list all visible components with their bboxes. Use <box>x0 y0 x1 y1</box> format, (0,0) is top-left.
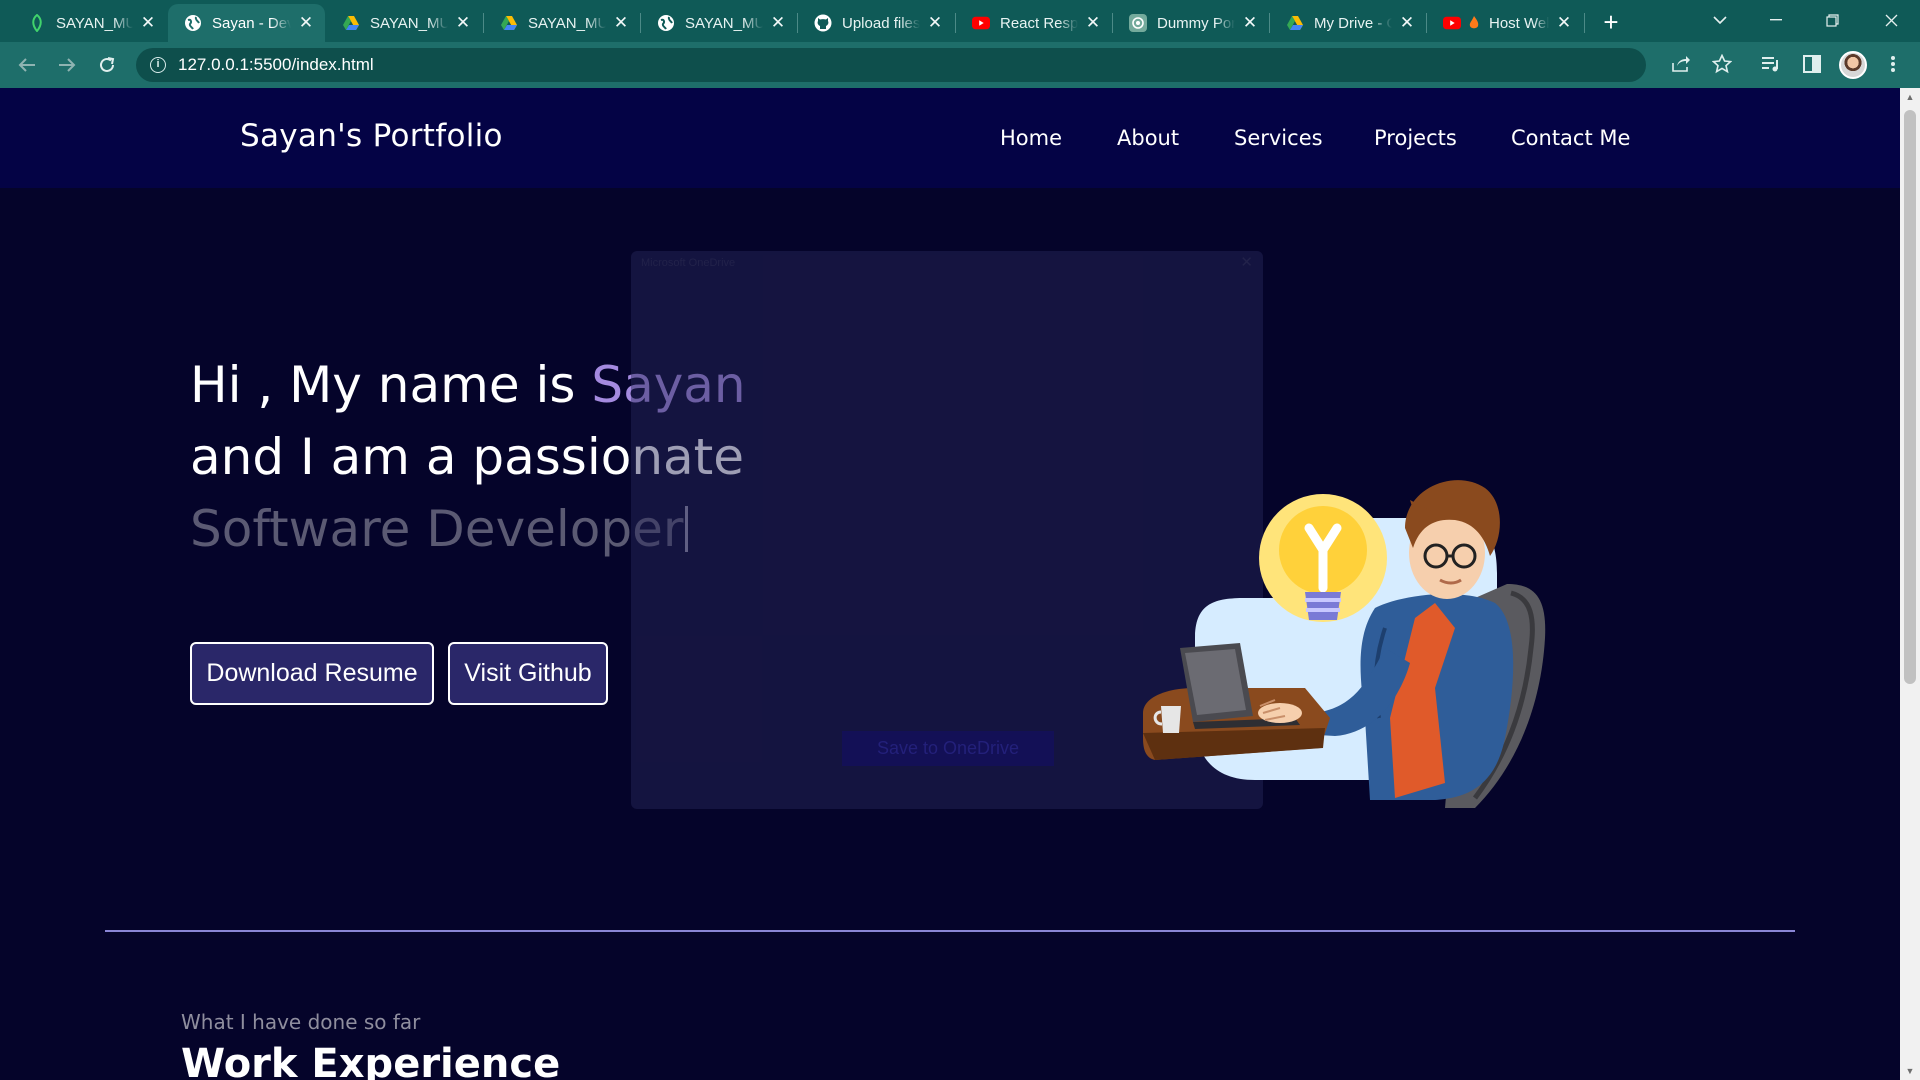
url-text[interactable]: 127.0.0.1:5500/index.html <box>178 55 374 75</box>
nav-projects[interactable]: Projects <box>1374 126 1457 150</box>
tab-title: Host Website <box>1489 14 1549 32</box>
github-icon <box>814 14 832 32</box>
globe-icon <box>184 14 202 32</box>
nav-services[interactable]: Services <box>1234 126 1323 150</box>
media-playlist-icon[interactable] <box>1755 48 1787 80</box>
tab-strip: SAYAN_MUKHERJEE ✕ Sayan - Developer ✕ SA… <box>0 0 1920 42</box>
web-page: Sayan's Portfolio Home About Services Pr… <box>0 88 1900 1080</box>
site-navbar: Sayan's Portfolio Home About Services Pr… <box>0 88 1900 188</box>
scrollbar-thumb[interactable] <box>1904 110 1916 684</box>
tab-title: React Responsive <box>1000 14 1078 32</box>
onedrive-dialog-title: Microsoft OneDrive <box>641 257 736 269</box>
tab-my-drive[interactable]: My Drive - Google ✕ <box>1270 4 1426 42</box>
minimize-button[interactable] <box>1756 6 1796 34</box>
profile-avatar[interactable] <box>1839 51 1867 79</box>
drive-icon <box>1286 14 1304 32</box>
close-icon[interactable]: ✕ <box>1241 13 1259 33</box>
tab-title: Sayan - Developer <box>212 14 291 32</box>
site-brand[interactable]: Sayan's Portfolio <box>240 118 503 154</box>
side-panel-icon[interactable] <box>1796 48 1828 80</box>
tab-separator <box>1112 13 1113 33</box>
close-icon[interactable]: ✕ <box>454 13 472 33</box>
fire-icon <box>1465 14 1483 32</box>
hero-greeting-prefix: Hi , My name is <box>190 356 592 414</box>
nav-home[interactable]: Home <box>1000 126 1062 150</box>
tab-sayan-mukherjee-4[interactable]: SAYAN_MUKHERJEE ✕ <box>641 4 797 42</box>
forward-button[interactable] <box>52 50 82 80</box>
address-bar[interactable]: i 127.0.0.1:5500/index.html <box>136 48 1646 82</box>
tab-search-icon[interactable] <box>1700 6 1740 34</box>
tab-upload-files[interactable]: Upload files ✕ <box>798 4 954 42</box>
close-icon[interactable]: ✕ <box>1398 13 1416 33</box>
close-icon[interactable]: ✕ <box>926 13 944 33</box>
tab-separator <box>955 13 956 33</box>
tab-sayan-mukherjee-3[interactable]: SAYAN_MUKHERJEE ✕ <box>484 4 640 42</box>
drive-icon <box>342 14 360 32</box>
tab-title: SAYAN_MUKHERJEE <box>56 14 133 32</box>
nav-about[interactable]: About <box>1117 126 1179 150</box>
tab-separator <box>483 13 484 33</box>
leaf-icon <box>28 14 46 32</box>
tab-title: Dummy Portfolio <box>1157 14 1235 32</box>
close-icon[interactable]: ✕ <box>769 13 787 33</box>
close-icon[interactable]: ✕ <box>612 13 630 33</box>
globe-icon <box>657 14 675 32</box>
section-subtitle: What I have done so far <box>181 1010 421 1034</box>
scroll-up-arrow-icon[interactable]: ▲ <box>1900 88 1920 106</box>
scroll-down-arrow-icon[interactable]: ▼ <box>1900 1062 1920 1080</box>
chatgpt-icon <box>1129 14 1147 32</box>
tab-separator <box>1584 13 1585 33</box>
youtube-icon <box>972 14 990 32</box>
reload-button[interactable] <box>92 50 122 80</box>
tab-separator <box>640 13 641 33</box>
tab-sayan-developer[interactable]: Sayan - Developer ✕ <box>168 4 325 42</box>
close-icon[interactable]: ✕ <box>1555 13 1573 33</box>
youtube-icon <box>1443 14 1461 32</box>
browser-toolbar: i 127.0.0.1:5500/index.html <box>0 42 1920 88</box>
close-icon[interactable]: ✕ <box>139 13 157 33</box>
tab-separator <box>1269 13 1270 33</box>
close-window-button[interactable] <box>1871 6 1911 34</box>
kebab-menu-icon[interactable] <box>1877 48 1909 80</box>
developer-illustration <box>1143 480 1546 808</box>
share-icon[interactable] <box>1665 48 1697 80</box>
tab-title: SAYAN_MUKHERJEE <box>685 14 763 32</box>
save-to-onedrive-button[interactable]: Save to OneDrive <box>842 731 1054 766</box>
restore-button[interactable] <box>1812 6 1852 34</box>
site-info-icon[interactable]: i <box>150 57 166 73</box>
close-icon[interactable]: ✕ <box>1240 253 1253 271</box>
visit-github-button[interactable]: Visit Github <box>448 642 608 705</box>
bookmark-star-icon[interactable] <box>1706 48 1738 80</box>
tab-host-website[interactable]: Host Website ✕ <box>1427 4 1583 42</box>
tab-title: My Drive - Google <box>1314 14 1392 32</box>
close-icon[interactable]: ✕ <box>297 13 315 33</box>
nav-contact-me[interactable]: Contact Me <box>1511 126 1630 150</box>
close-icon[interactable]: ✕ <box>1084 13 1102 33</box>
hero-typed-role: Software Developer <box>190 500 689 558</box>
new-tab-button[interactable]: + <box>1597 8 1625 36</box>
drive-icon <box>500 14 518 32</box>
back-button[interactable] <box>12 50 42 80</box>
section-divider <box>105 930 1795 932</box>
page-scrollbar[interactable]: ▲ ▼ <box>1900 88 1920 1080</box>
tab-title: Upload files <box>842 14 920 32</box>
section-title: Work Experience <box>181 1041 561 1080</box>
tab-react-responsive[interactable]: React Responsive ✕ <box>956 4 1112 42</box>
tab-sayan-mukherjee-2[interactable]: SAYAN_MUKHERJEE ✕ <box>326 4 482 42</box>
tab-title: SAYAN_MUKHERJEE <box>528 14 606 32</box>
tab-separator <box>1426 13 1427 33</box>
tab-dummy-portfolio[interactable]: Dummy Portfolio ✕ <box>1113 4 1269 42</box>
tab-sayan-mukherjee-1[interactable]: SAYAN_MUKHERJEE ✕ <box>12 4 167 42</box>
tab-separator <box>797 13 798 33</box>
download-resume-button[interactable]: Download Resume <box>190 642 434 705</box>
tab-title: SAYAN_MUKHERJEE <box>370 14 448 32</box>
typed-role-text: Software Developer <box>190 500 684 558</box>
